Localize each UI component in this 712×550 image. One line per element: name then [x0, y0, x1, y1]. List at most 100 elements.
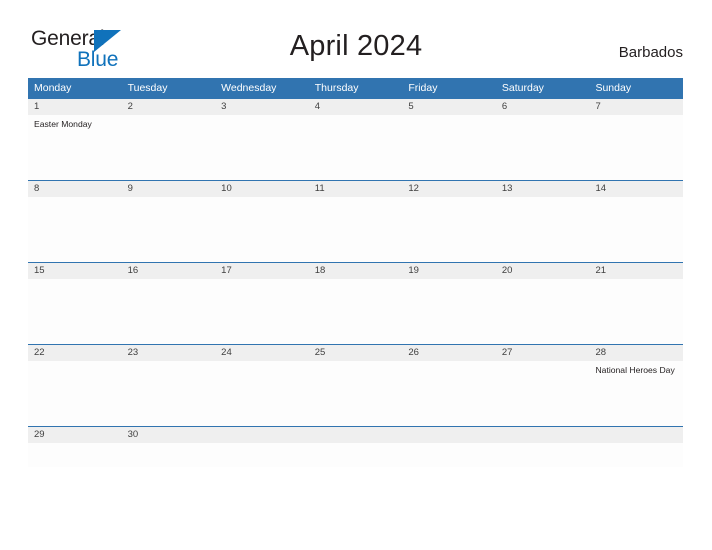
day-cell[interactable]: 12 — [402, 181, 496, 262]
day-cell[interactable]: 11 — [308, 181, 403, 262]
day-events — [589, 197, 683, 201]
week-row: 8 9 10 11 12 13 14 — [28, 180, 684, 262]
week-row: 15 16 17 18 19 20 21 — [28, 262, 684, 344]
day-number: 25 — [308, 345, 403, 361]
day-cell[interactable]: 19 — [402, 263, 496, 344]
day-number: 7 — [589, 99, 684, 115]
day-events: National Heroes Day — [589, 361, 683, 376]
weekday-header-row: Monday Tuesday Wednesday Thursday Friday… — [28, 78, 683, 98]
day-cell[interactable]: 3 — [215, 99, 309, 180]
weekday-header-monday: Monday — [34, 82, 72, 94]
day-events — [28, 361, 122, 365]
day-number: 20 — [495, 263, 590, 279]
day-events — [496, 279, 590, 283]
day-events — [122, 115, 216, 119]
day-events — [309, 361, 403, 365]
day-events — [402, 279, 496, 283]
day-number: 24 — [215, 345, 309, 361]
weekday-header-thursday: Thursday — [314, 82, 359, 94]
day-events — [122, 279, 216, 283]
day-cell-empty — [402, 427, 496, 467]
day-cell[interactable]: 13 — [495, 181, 590, 262]
day-cell[interactable]: 22 — [28, 345, 122, 426]
day-cell[interactable]: 24 — [215, 345, 309, 426]
day-events — [122, 443, 216, 447]
day-cell[interactable]: 23 — [121, 345, 216, 426]
day-number: 18 — [308, 263, 403, 279]
day-number: 27 — [495, 345, 590, 361]
day-number: 19 — [402, 263, 496, 279]
day-events — [402, 115, 496, 119]
day-cell[interactable]: 7 — [589, 99, 684, 180]
day-number: 28 — [589, 345, 684, 361]
day-cell[interactable]: 8 — [28, 181, 122, 262]
day-number: 13 — [495, 181, 590, 197]
day-events — [122, 197, 216, 201]
week-row: 29 30 — [28, 426, 684, 467]
day-cell[interactable]: 28 National Heroes Day — [589, 345, 684, 426]
day-events — [496, 361, 590, 365]
day-cell[interactable]: 4 — [308, 99, 403, 180]
day-number: 22 — [28, 345, 122, 361]
weekday-header-tuesday: Tuesday — [127, 82, 168, 94]
day-cell[interactable]: 25 — [308, 345, 403, 426]
day-cell[interactable]: 17 — [215, 263, 309, 344]
day-number: 8 — [28, 181, 122, 197]
day-events — [215, 197, 309, 201]
day-cell[interactable]: 2 — [121, 99, 216, 180]
day-cell-empty — [495, 427, 590, 467]
day-events — [28, 197, 122, 201]
day-cell[interactable]: 5 — [402, 99, 496, 180]
day-number: 11 — [308, 181, 403, 197]
day-number: 26 — [402, 345, 496, 361]
day-cell[interactable]: 10 — [215, 181, 309, 262]
day-cell[interactable]: 16 — [121, 263, 216, 344]
day-cell[interactable]: 30 — [121, 427, 216, 467]
country-label: Barbados — [618, 44, 683, 61]
day-cell[interactable]: 15 — [28, 263, 122, 344]
day-number: 1 — [28, 99, 122, 115]
day-cell[interactable]: 6 — [495, 99, 590, 180]
day-number: 14 — [589, 181, 684, 197]
day-cell[interactable]: 21 — [589, 263, 684, 344]
week-row: 1 Easter Monday 2 3 4 5 6 7 — [28, 98, 684, 180]
day-cell[interactable]: 20 — [495, 263, 590, 344]
day-events — [589, 279, 683, 283]
event-label: Easter Monday — [34, 119, 92, 129]
day-events — [28, 279, 122, 283]
day-events — [496, 115, 590, 119]
day-cell[interactable]: 14 — [589, 181, 684, 262]
event-label: National Heroes Day — [595, 365, 675, 375]
day-cell-empty — [308, 427, 403, 467]
day-cell[interactable]: 18 — [308, 263, 403, 344]
day-events — [215, 115, 309, 119]
day-cell[interactable]: 9 — [121, 181, 216, 262]
day-number: 30 — [121, 427, 216, 443]
weekday-header-sunday: Sunday — [595, 82, 632, 94]
day-events: Easter Monday — [28, 115, 122, 130]
day-cell[interactable]: 26 — [402, 345, 496, 426]
day-number: 3 — [215, 99, 309, 115]
calendar-grid: Monday Tuesday Wednesday Thursday Friday… — [28, 78, 684, 467]
week-row: 22 23 24 25 26 27 28 National Heroes Day — [28, 344, 684, 426]
day-events — [402, 197, 496, 201]
day-events — [309, 115, 403, 119]
weekday-header-friday: Friday — [408, 82, 438, 94]
day-number: 6 — [495, 99, 590, 115]
day-events — [28, 443, 122, 447]
day-events — [589, 115, 683, 119]
day-number: 9 — [121, 181, 216, 197]
weekday-header-saturday: Saturday — [501, 82, 544, 94]
page-header: General Blue April 2024 Barbados — [0, 0, 712, 78]
day-cell[interactable]: 29 — [28, 427, 122, 467]
day-cell[interactable]: 1 Easter Monday — [28, 99, 122, 180]
day-number: 16 — [121, 263, 216, 279]
day-number: 12 — [402, 181, 496, 197]
day-events — [215, 279, 309, 283]
page-title: April 2024 — [289, 30, 423, 62]
day-number — [308, 427, 403, 443]
day-cell[interactable]: 27 — [495, 345, 590, 426]
day-number — [402, 427, 496, 443]
weekday-header-wednesday: Wednesday — [221, 82, 277, 94]
day-events — [309, 279, 403, 283]
